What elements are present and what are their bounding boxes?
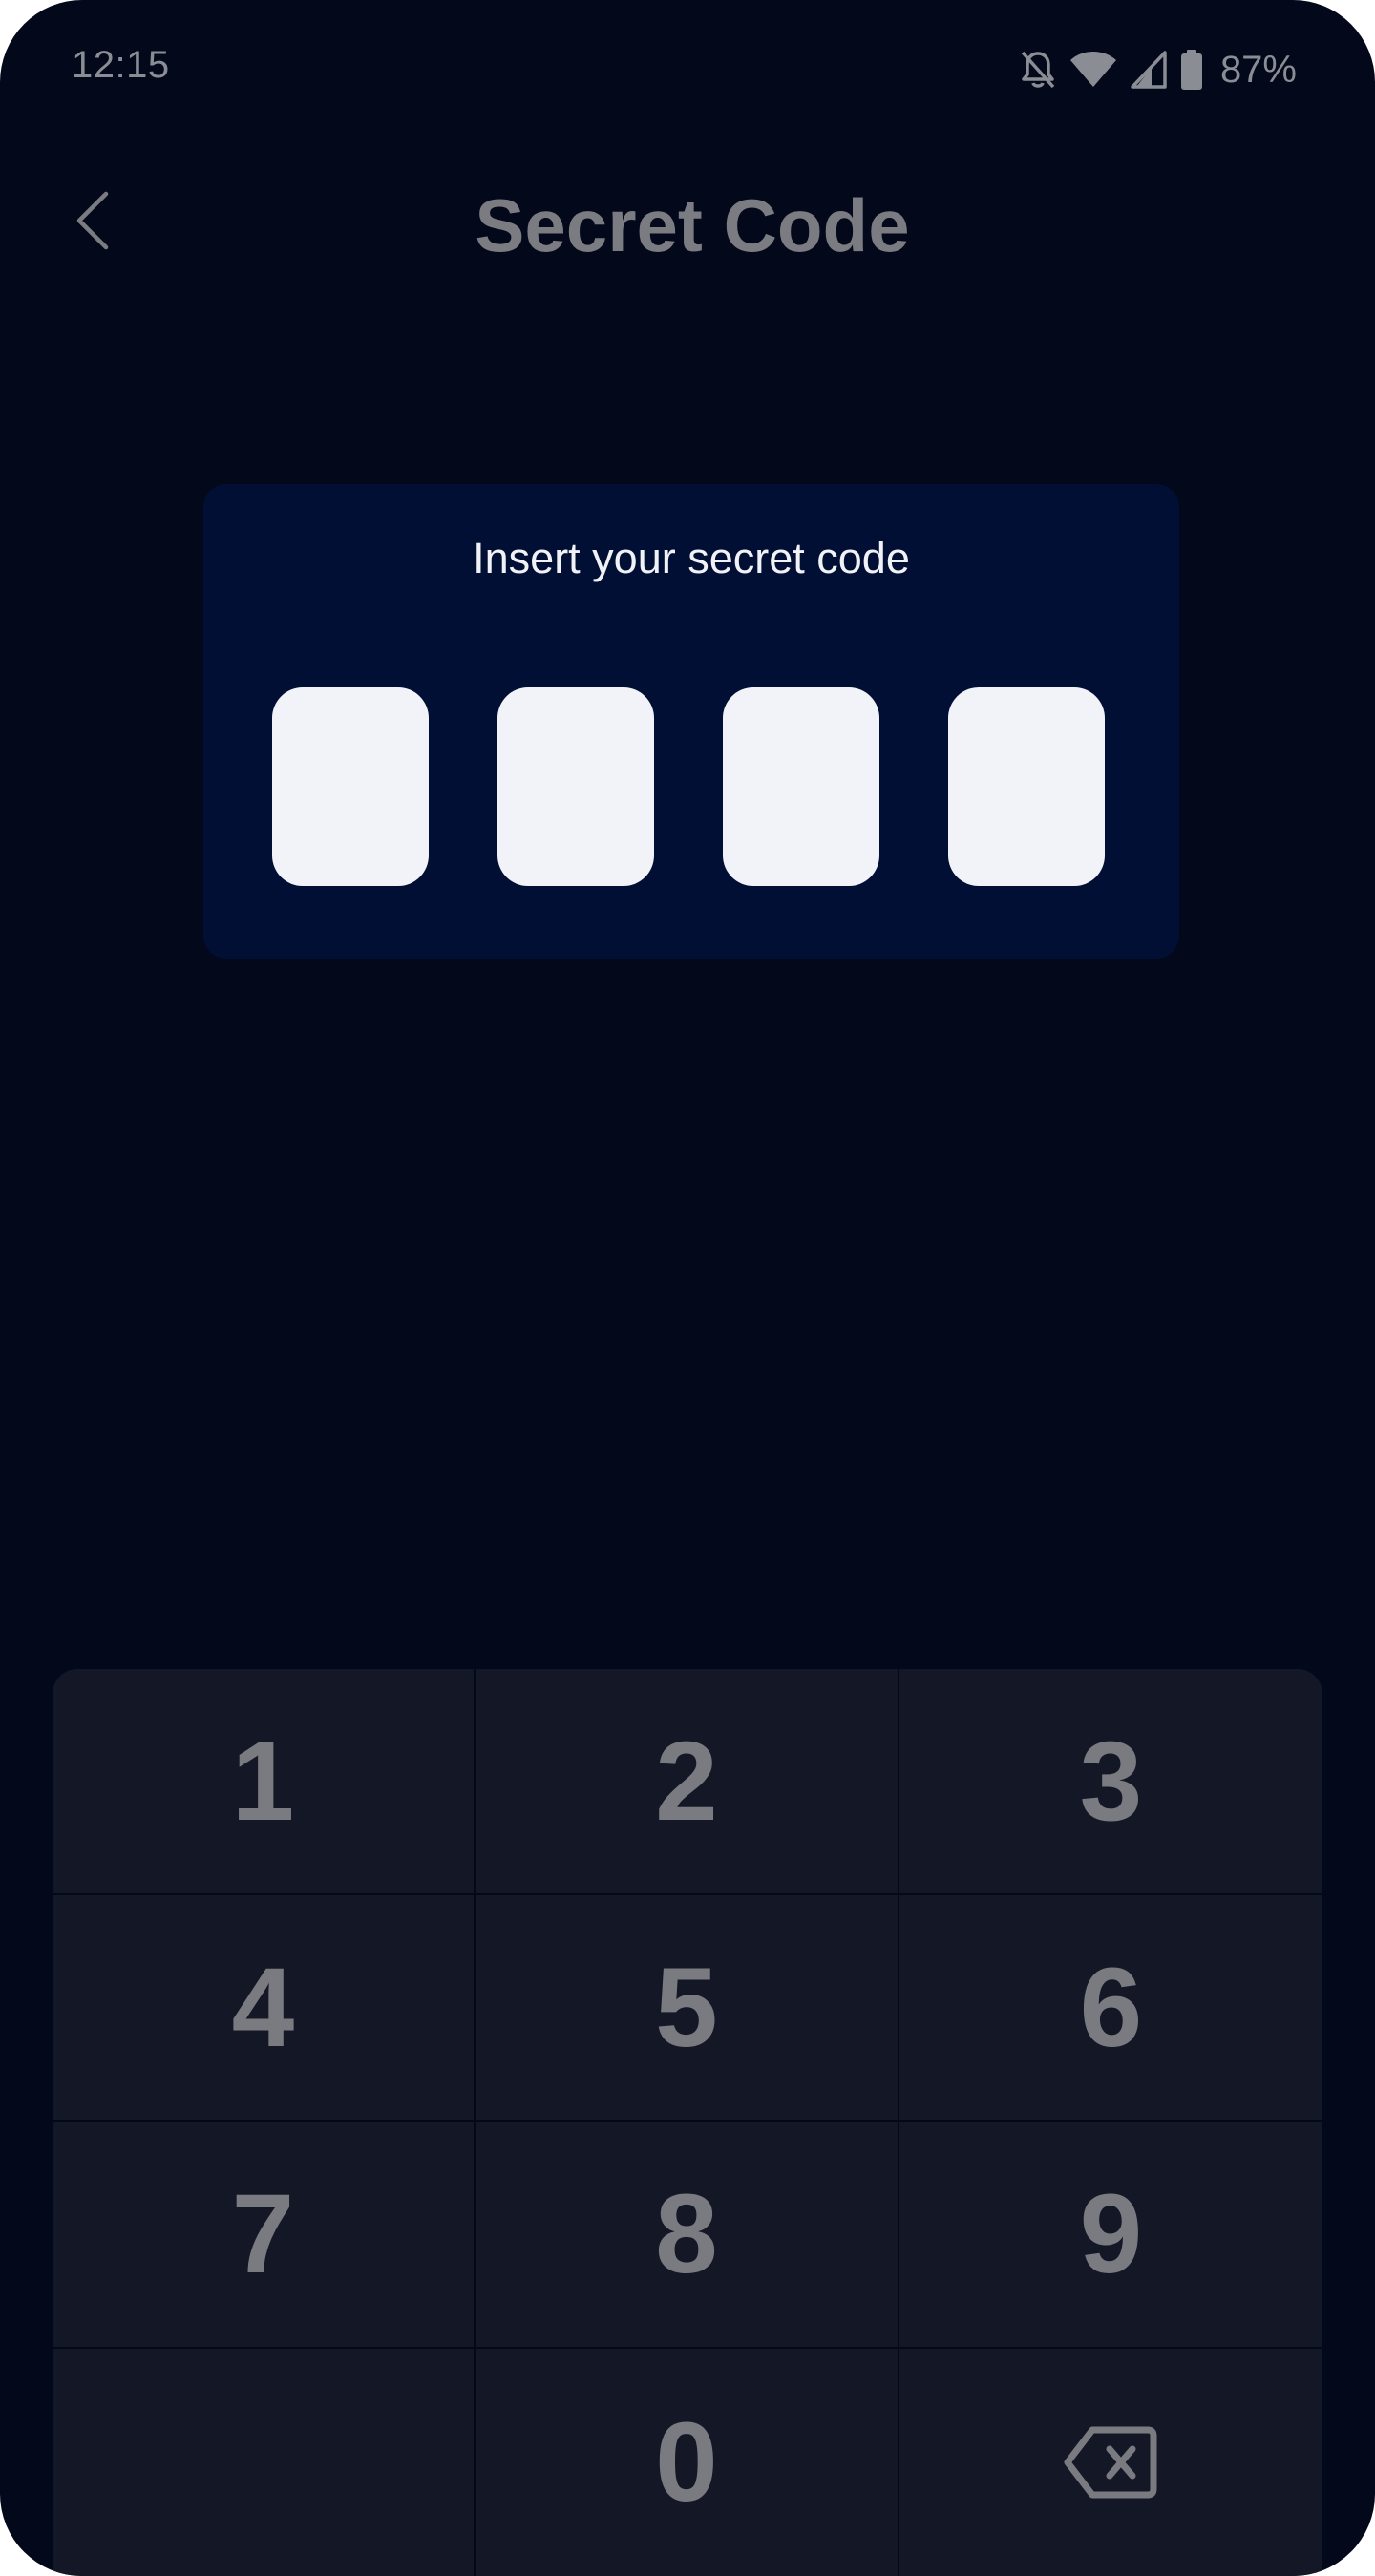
key-1[interactable]: 1: [53, 1669, 476, 1895]
key-2[interactable]: 2: [476, 1669, 899, 1895]
key-3[interactable]: 3: [899, 1669, 1322, 1895]
key-6[interactable]: 6: [899, 1895, 1322, 2122]
status-time: 12:15: [72, 44, 170, 86]
key-9[interactable]: 9: [899, 2122, 1322, 2349]
code-slots: [272, 687, 1105, 886]
backspace-icon: [1064, 2397, 1159, 2527]
code-entry-card: Insert your secret code: [203, 484, 1179, 959]
status-bar: 12:15 87%: [0, 0, 1375, 143]
code-prompt: Insert your secret code: [473, 534, 910, 582]
page-title: Secret Code: [475, 183, 910, 267]
wifi-icon: [1069, 51, 1117, 89]
key-8[interactable]: 8: [476, 2122, 899, 2349]
notifications-off-icon: [1020, 50, 1056, 90]
key-0[interactable]: 0: [476, 2349, 899, 2576]
key-5[interactable]: 5: [476, 1895, 899, 2122]
cell-signal-icon: [1131, 51, 1167, 89]
code-digit-slot-4[interactable]: [948, 687, 1105, 886]
backspace-button[interactable]: [899, 2349, 1322, 2576]
code-digit-slot-2[interactable]: [497, 687, 654, 886]
secret-code-screen: 12:15 87% Secret Code Insert your secret…: [0, 0, 1375, 2576]
numeric-keypad: 1 2 3 4 5 6 7 8 9 0: [53, 1669, 1322, 2576]
code-digit-slot-3[interactable]: [723, 687, 879, 886]
battery-percentage: 87%: [1219, 48, 1297, 91]
code-digit-slot-1[interactable]: [272, 687, 429, 886]
battery-icon: [1180, 50, 1203, 90]
key-7[interactable]: 7: [53, 2122, 476, 2349]
status-icons: 87%: [1020, 46, 1297, 94]
key-4[interactable]: 4: [53, 1895, 476, 2122]
key-empty: [53, 2349, 476, 2576]
